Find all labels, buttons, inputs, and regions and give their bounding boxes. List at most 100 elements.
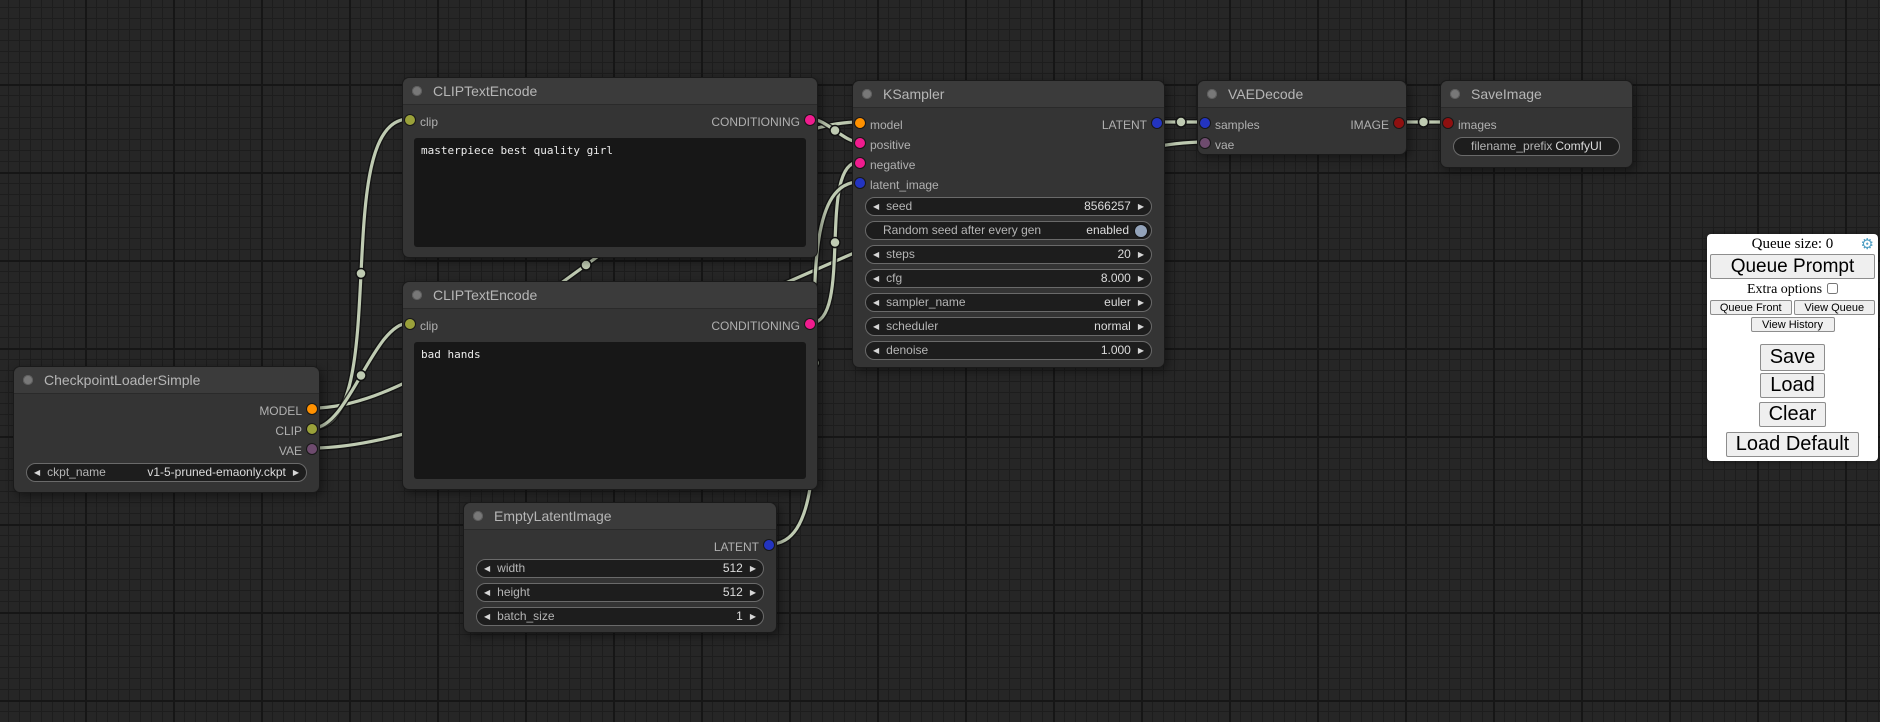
- widget-cfg[interactable]: ◀cfg8.000▶: [865, 269, 1152, 288]
- input-slot-negative-icon[interactable]: [855, 158, 865, 168]
- link-midpoint-dot: [1176, 117, 1186, 127]
- node-title-bar[interactable]: EmptyLatentImage: [464, 503, 776, 530]
- collapse-dot-icon[interactable]: [1207, 89, 1217, 99]
- increment-arrow-icon[interactable]: ▶: [743, 608, 763, 625]
- decrement-arrow-icon[interactable]: ◀: [477, 584, 497, 601]
- decrement-arrow-icon[interactable]: ◀: [866, 318, 886, 335]
- view-history-button[interactable]: View History: [1751, 317, 1835, 332]
- widget-sampler-name[interactable]: ◀sampler_nameeuler▶: [865, 293, 1152, 312]
- node-title-bar[interactable]: SaveImage: [1441, 81, 1632, 108]
- decrement-arrow-icon[interactable]: ◀: [866, 294, 886, 311]
- input-slot-images-icon[interactable]: [1443, 118, 1453, 128]
- widget-filename-prefix[interactable]: filename_prefixComfyUI: [1453, 137, 1620, 156]
- slot-row: VAE: [14, 441, 319, 461]
- increment-arrow-icon[interactable]: ▶: [743, 560, 763, 577]
- queue-front-button[interactable]: Queue Front: [1710, 300, 1792, 315]
- load-default-button[interactable]: Load Default: [1726, 432, 1859, 457]
- clear-button[interactable]: Clear: [1759, 402, 1827, 427]
- increment-arrow-icon[interactable]: ▶: [1131, 342, 1151, 359]
- increment-arrow-icon[interactable]: ▶: [743, 584, 763, 601]
- node-clip-text-encode-negative[interactable]: CLIPTextEncodeclipCONDITIONING: [402, 281, 818, 490]
- graph-canvas[interactable]: CheckpointLoaderSimpleMODELCLIPVAE◀ckpt_…: [0, 0, 1880, 722]
- output-slot-CLIP-icon[interactable]: [307, 424, 317, 434]
- widget-height[interactable]: ◀height512▶: [476, 583, 764, 602]
- extra-options-checkbox[interactable]: [1827, 283, 1838, 294]
- collapse-dot-icon[interactable]: [473, 511, 483, 521]
- widget-scheduler[interactable]: ◀schedulernormal▶: [865, 317, 1152, 336]
- queue-prompt-button[interactable]: Queue Prompt: [1710, 254, 1875, 279]
- output-slot-MODEL-icon[interactable]: [307, 404, 317, 414]
- output-slot-label: MODEL: [259, 401, 302, 421]
- widget-label: batch_size: [497, 608, 554, 625]
- increment-arrow-icon[interactable]: ▶: [1131, 246, 1151, 263]
- collapse-dot-icon[interactable]: [862, 89, 872, 99]
- collapse-dot-icon[interactable]: [23, 375, 33, 385]
- node-title-bar[interactable]: CLIPTextEncode: [403, 282, 817, 309]
- link: [313, 119, 409, 428]
- link-midpoint-dot: [356, 371, 366, 381]
- prompt-textarea[interactable]: [414, 342, 806, 479]
- collapse-dot-icon[interactable]: [412, 290, 422, 300]
- toggle-knob-icon[interactable]: [1135, 225, 1147, 237]
- widget-random-seed-after-every-gen[interactable]: Random seed after every genenabled: [865, 221, 1152, 240]
- input-slot-positive-icon[interactable]: [855, 138, 865, 148]
- save-button[interactable]: Save: [1760, 344, 1826, 371]
- decrement-arrow-icon[interactable]: ◀: [866, 270, 886, 287]
- output-slot-IMAGE-icon[interactable]: [1394, 118, 1404, 128]
- node-title-bar[interactable]: CheckpointLoaderSimple: [14, 367, 319, 394]
- output-slot-LATENT-icon[interactable]: [1152, 118, 1162, 128]
- widget-denoise[interactable]: ◀denoise1.000▶: [865, 341, 1152, 360]
- widget-seed[interactable]: ◀seed8566257▶: [865, 197, 1152, 216]
- decrement-arrow-icon[interactable]: ◀: [866, 246, 886, 263]
- prompt-textarea[interactable]: [414, 138, 806, 247]
- input-slot-vae-icon[interactable]: [1200, 138, 1210, 148]
- decrement-arrow-icon[interactable]: ◀: [477, 608, 497, 625]
- output-slot-LATENT-icon[interactable]: [764, 540, 774, 550]
- widget-ckpt-name[interactable]: ◀ckpt_namev1-5-pruned-emaonly.ckpt▶: [26, 463, 307, 482]
- output-slot-CONDITIONING-icon[interactable]: [805, 319, 815, 329]
- widget-label: ckpt_name: [47, 464, 106, 481]
- widget-value: ComfyUI: [1555, 138, 1602, 155]
- decrement-arrow-icon[interactable]: ◀: [477, 560, 497, 577]
- output-slot-CONDITIONING-icon[interactable]: [805, 115, 815, 125]
- decrement-arrow-icon[interactable]: ◀: [27, 464, 47, 481]
- node-save-image[interactable]: SaveImageimagesfilename_prefixComfyUI: [1440, 80, 1633, 168]
- input-slot-clip-icon[interactable]: [405, 115, 415, 125]
- increment-arrow-icon[interactable]: ▶: [286, 464, 306, 481]
- node-checkpoint-loader-simple[interactable]: CheckpointLoaderSimpleMODELCLIPVAE◀ckpt_…: [13, 366, 320, 493]
- widget-value: 512: [723, 560, 743, 577]
- widget-steps[interactable]: ◀steps20▶: [865, 245, 1152, 264]
- widget-label: denoise: [886, 342, 928, 359]
- increment-arrow-icon[interactable]: ▶: [1131, 318, 1151, 335]
- widget-label: height: [497, 584, 530, 601]
- increment-arrow-icon[interactable]: ▶: [1131, 198, 1151, 215]
- input-slot-latent_image-icon[interactable]: [855, 178, 865, 188]
- node-ksampler[interactable]: KSamplermodelLATENTpositivenegativelaten…: [852, 80, 1165, 368]
- view-queue-button[interactable]: View Queue: [1794, 300, 1876, 315]
- settings-gear-icon[interactable]: ⚙: [1861, 236, 1874, 253]
- widget-batch-size[interactable]: ◀batch_size 1▶: [476, 607, 764, 626]
- input-slot-samples-icon[interactable]: [1200, 118, 1210, 128]
- collapse-dot-icon[interactable]: [1450, 89, 1460, 99]
- node-vae-decode[interactable]: VAEDecodesamplesIMAGEvae: [1197, 80, 1407, 155]
- node-layer: CheckpointLoaderSimpleMODELCLIPVAE◀ckpt_…: [0, 0, 1880, 722]
- node-clip-text-encode-positive[interactable]: CLIPTextEncodeclipCONDITIONING: [402, 77, 818, 258]
- decrement-arrow-icon[interactable]: ◀: [866, 342, 886, 359]
- output-slot-label: IMAGE: [1350, 115, 1389, 135]
- node-empty-latent-image[interactable]: EmptyLatentImageLATENT◀width512▶◀height5…: [463, 502, 777, 633]
- widget-width[interactable]: ◀width512▶: [476, 559, 764, 578]
- increment-arrow-icon[interactable]: ▶: [1131, 294, 1151, 311]
- node-title-bar[interactable]: VAEDecode: [1198, 81, 1406, 108]
- decrement-arrow-icon[interactable]: ◀: [866, 198, 886, 215]
- slot-row: samplesIMAGE: [1198, 115, 1406, 135]
- load-button[interactable]: Load: [1760, 373, 1825, 398]
- collapse-dot-icon[interactable]: [412, 86, 422, 96]
- input-slot-clip-icon[interactable]: [405, 319, 415, 329]
- input-slot-model-icon[interactable]: [855, 118, 865, 128]
- node-title-bar[interactable]: CLIPTextEncode: [403, 78, 817, 105]
- increment-arrow-icon[interactable]: ▶: [1131, 270, 1151, 287]
- widget-label: sampler_name: [886, 294, 965, 311]
- widget-value: 1: [736, 608, 743, 625]
- node-title-bar[interactable]: KSampler: [853, 81, 1164, 108]
- output-slot-VAE-icon[interactable]: [307, 444, 317, 454]
